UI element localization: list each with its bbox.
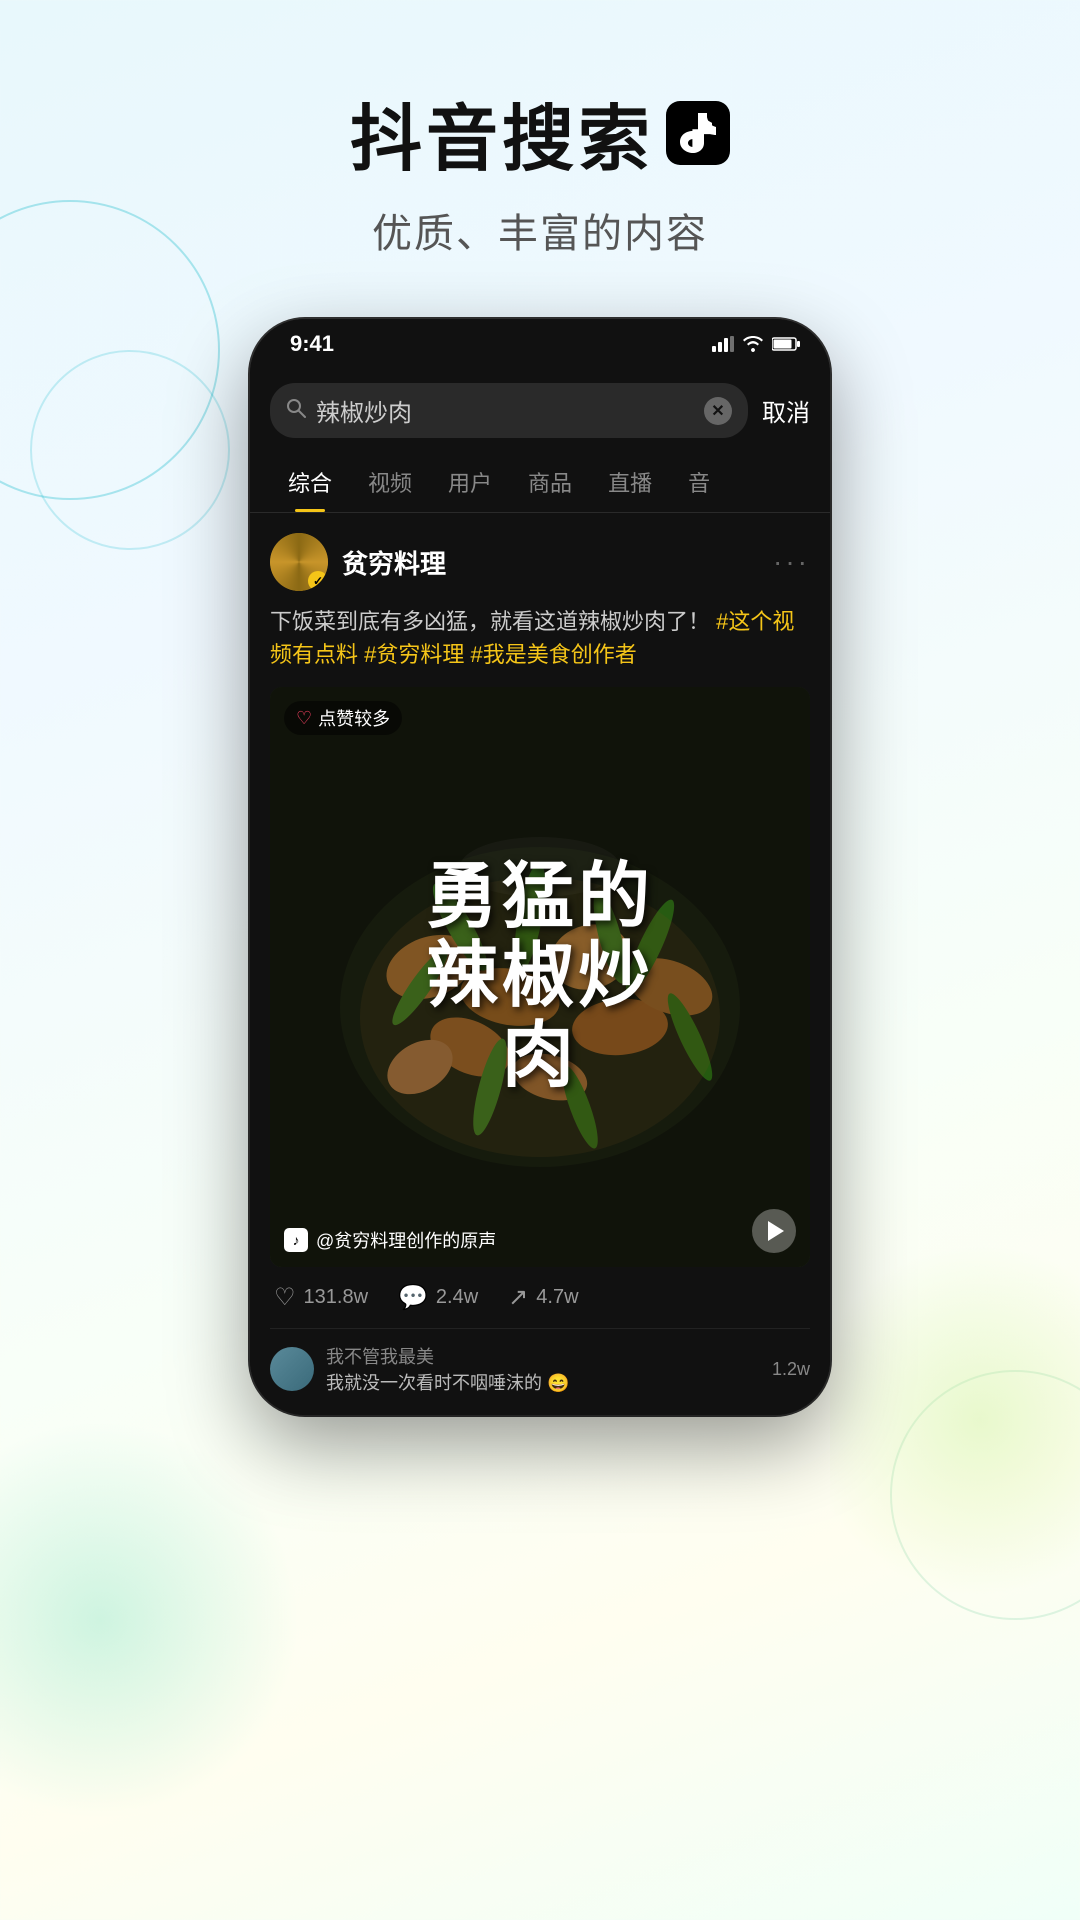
- tabs-section: 综合 视频 用户 商品 直播 音: [250, 452, 830, 513]
- hot-badge-text: 点赞较多: [318, 705, 390, 731]
- battery-icon: [772, 337, 800, 351]
- commenter-name: 我不管我最美: [326, 1343, 760, 1369]
- commenter-avatar: [270, 1347, 314, 1391]
- user-name: 贫穷料理: [342, 544, 759, 581]
- phone-inner: 9:41: [250, 319, 830, 1415]
- tab-music[interactable]: 音: [670, 452, 728, 512]
- video-thumbnail[interactable]: 勇猛的辣椒炒肉 ♡ 点赞较多 ♪ @贫穷料理创作的原声: [270, 687, 810, 1267]
- bg-glow-left: [0, 1420, 300, 1820]
- tab-product[interactable]: 商品: [510, 452, 590, 512]
- tab-comprehensive[interactable]: 综合: [270, 452, 350, 512]
- comment-count: 1.2w: [772, 1359, 810, 1380]
- tiktok-logo-icon: [666, 101, 730, 165]
- hashtag-2[interactable]: #贫穷料理: [364, 642, 470, 667]
- hot-badge: ♡ 点赞较多: [284, 701, 402, 735]
- search-query-text: 辣椒炒肉: [316, 393, 694, 428]
- audio-bar[interactable]: ♪ @贫穷料理创作的原声: [284, 1227, 496, 1253]
- more-options-button[interactable]: ···: [773, 546, 810, 578]
- signal-icon: [712, 336, 734, 352]
- cancel-button[interactable]: 取消: [762, 393, 810, 428]
- comments-count: 2.4w: [436, 1286, 478, 1309]
- user-card: ✓ 贫穷料理 ···: [270, 533, 810, 591]
- tiktok-small-icon: ♪: [284, 1228, 308, 1252]
- user-avatar: ✓: [270, 533, 328, 591]
- hashtag-3[interactable]: #我是美食创作者: [470, 642, 636, 667]
- status-bar: 9:41: [250, 319, 830, 369]
- wifi-icon: [742, 336, 764, 352]
- hot-heart-icon: ♡: [296, 708, 312, 729]
- tab-video[interactable]: 视频: [350, 452, 430, 512]
- status-icons: [712, 336, 800, 352]
- search-bar[interactable]: 辣椒炒肉 ✕: [270, 383, 748, 438]
- play-button[interactable]: [752, 1209, 796, 1253]
- app-title: 抖音搜索: [0, 80, 1080, 185]
- shares-count: 4.7w: [536, 1286, 578, 1309]
- comment-icon: 💬: [398, 1283, 428, 1312]
- subtitle-text: 优质、丰富的内容: [0, 201, 1080, 259]
- tab-user[interactable]: 用户: [430, 452, 510, 512]
- likes-count: 131.8w: [304, 1286, 369, 1309]
- video-title-overlay: 勇猛的辣椒炒肉: [270, 687, 810, 1267]
- heart-icon: ♡: [274, 1283, 296, 1312]
- post-description: 下饭菜到底有多凶猛，就看这道辣椒炒肉了！ #这个视频有点料 #贫穷料理 #我是美…: [270, 605, 810, 671]
- comment-body: 我就没一次看时不咽唾沫的 😄: [326, 1369, 760, 1395]
- food-image: 勇猛的辣椒炒肉 ♡ 点赞较多 ♪ @贫穷料理创作的原声: [270, 687, 810, 1267]
- video-main-title: 勇猛的辣椒炒肉: [426, 858, 654, 1096]
- comments-stat[interactable]: 💬 2.4w: [398, 1283, 478, 1312]
- comment-text-wrapper: 我不管我最美 我就没一次看时不咽唾沫的 😄: [326, 1343, 760, 1395]
- comment-preview: 我不管我最美 我就没一次看时不咽唾沫的 😄 1.2w: [270, 1328, 810, 1395]
- search-clear-button[interactable]: ✕: [704, 397, 732, 425]
- stats-row: ♡ 131.8w 💬 2.4w ↗ 4.7w: [270, 1283, 810, 1312]
- share-icon: ↗: [508, 1283, 528, 1312]
- content-area: ✓ 贫穷料理 ··· 下饭菜到底有多凶猛，就看这道辣椒炒肉了！ #这个视频有点料…: [250, 513, 830, 1415]
- phone-frame: 9:41: [250, 319, 830, 1415]
- header-section: 抖音搜索 优质、丰富的内容: [0, 0, 1080, 299]
- status-time: 9:41: [290, 331, 334, 357]
- title-text: 抖音搜索: [350, 80, 654, 185]
- shares-stat[interactable]: ↗ 4.7w: [508, 1283, 578, 1312]
- search-icon: [286, 398, 306, 424]
- play-triangle-icon: [768, 1221, 784, 1241]
- verified-badge: ✓: [308, 571, 328, 591]
- likes-stat[interactable]: ♡ 131.8w: [274, 1283, 368, 1312]
- audio-text: @贫穷料理创作的原声: [316, 1227, 496, 1253]
- phone-wrapper: 9:41: [0, 319, 1080, 1415]
- tab-live[interactable]: 直播: [590, 452, 670, 512]
- search-section: 辣椒炒肉 ✕ 取消: [250, 369, 830, 452]
